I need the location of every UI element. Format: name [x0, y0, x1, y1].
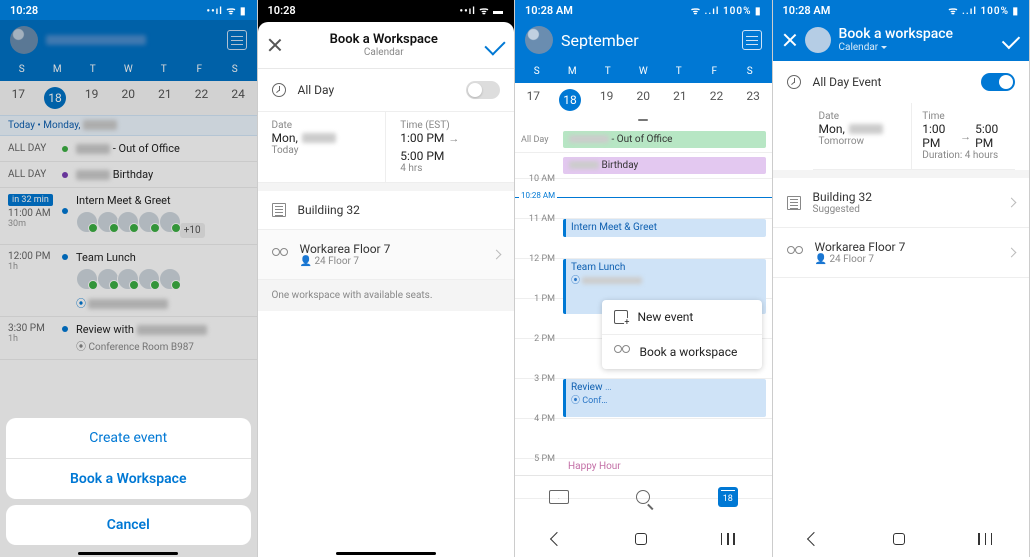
- building-sub: Suggested: [813, 204, 872, 215]
- search-tab-icon[interactable]: [636, 490, 650, 504]
- agenda-view-icon[interactable]: [742, 30, 762, 50]
- drag-handle[interactable]: [638, 119, 648, 121]
- status-icons: ᯤ ..ıl 100% ▮: [948, 3, 1019, 17]
- time-picker: Time 1:00 PM→5:00 PM Duration: 4 hours: [911, 103, 1015, 169]
- home-indicator: [336, 552, 436, 555]
- date-picker: Date Mon, Today: [258, 112, 386, 182]
- people-icon: [272, 249, 288, 261]
- allday-switch[interactable]: [981, 73, 1015, 91]
- workarea-sub: 24 Floor 7: [829, 254, 874, 265]
- action-sheet: Create event Book a Workspace Cancel: [6, 418, 251, 551]
- clock: 10:28 AM: [783, 4, 831, 17]
- people-icon: [614, 346, 630, 358]
- home-indicator: [78, 552, 178, 555]
- status-bar: 10:28 AM ᯤ ..ıl 100% ▮: [773, 0, 1030, 20]
- allday-label: All Day Event: [813, 75, 882, 89]
- allday-toggle-row[interactable]: All Day: [258, 69, 515, 112]
- action-book-workspace[interactable]: Book a Workspace: [6, 458, 251, 499]
- weekday-row: SMTWTFS: [515, 62, 772, 83]
- clock: 10:28: [268, 4, 296, 17]
- calendar-tab-icon[interactable]: 18: [718, 487, 738, 507]
- workarea-title: Workarea Floor 7: [815, 240, 906, 254]
- action-cancel[interactable]: Cancel: [6, 505, 251, 545]
- avatar[interactable]: [525, 26, 553, 54]
- close-icon[interactable]: [783, 33, 797, 47]
- nav-recents-icon[interactable]: [978, 533, 992, 545]
- workarea-title: Workarea Floor 7: [300, 242, 391, 256]
- building-icon: [272, 203, 286, 217]
- clock-icon: [272, 83, 286, 97]
- building-label: Buildiing 32: [298, 203, 360, 217]
- status-bar: 10:28 AM ᯤ ..ıl 100% ▮: [515, 0, 772, 20]
- event-review[interactable]: Review …⦿ Conf…: [563, 379, 766, 417]
- status-bar: 10:28 ••ıl ᯤ ▮: [0, 0, 257, 20]
- hint-text: One workspace with available seats.: [258, 280, 515, 311]
- screen-ios-book-workspace: 10:28 ••ıl ᯤ ▬ Book a Workspace Calendar…: [258, 0, 516, 557]
- allday-event-1[interactable]: - Out of Office: [563, 131, 766, 148]
- nav-back-icon[interactable]: [550, 532, 564, 546]
- nav-home-icon[interactable]: [635, 533, 647, 545]
- action-create-event[interactable]: Create event: [6, 418, 251, 458]
- screen-android-calendar: 10:28 AM ᯤ ..ıl 100% ▮ September SMTWTFS…: [515, 0, 773, 557]
- allday-label: All Day: [298, 83, 335, 97]
- close-icon[interactable]: [268, 38, 282, 52]
- status-icons: ••ıl ᯤ ▬: [460, 3, 504, 17]
- datetime-row[interactable]: Date Mon, Tomorrow Time 1:00 PM→5:00 PM …: [813, 103, 1016, 170]
- clock-icon: [787, 75, 801, 89]
- workarea-row[interactable]: Workarea Floor 7 👤 24 Floor 7: [773, 228, 1030, 278]
- calendar-picker[interactable]: Calendar: [839, 42, 954, 53]
- allday-row: All Day - Out of Office: [515, 127, 772, 153]
- chevron-right-icon: [1007, 198, 1017, 208]
- building-row[interactable]: Building 32 Suggested: [773, 178, 1030, 228]
- clock: 10:28 AM: [525, 4, 573, 17]
- event-intern[interactable]: Intern Meet & Greet: [563, 219, 766, 237]
- modal-title: Book a Workspace: [282, 32, 487, 47]
- clock: 10:28: [10, 4, 38, 17]
- screen-android-book-workspace: 10:28 AM ᯤ ..ıl 100% ▮ Book a workspace …: [773, 0, 1030, 557]
- android-nav-bar: [773, 521, 1030, 557]
- bottom-tab-bar: 18: [515, 475, 772, 517]
- people-icon: [787, 247, 803, 259]
- building-label: Building 32: [813, 190, 872, 204]
- fab-menu: New event Book a workspace: [602, 300, 762, 369]
- nav-back-icon[interactable]: [807, 532, 821, 546]
- datetime-row[interactable]: Date Mon, Today Time (EST) 1:00 PM→5:00 …: [258, 112, 515, 183]
- date-picker: Date Mon, Tomorrow: [813, 103, 912, 169]
- nav-recents-icon[interactable]: [721, 533, 735, 545]
- modal-titlebar: Book a Workspace Calendar: [258, 22, 515, 69]
- workarea-sub: 24 Floor 7: [314, 256, 359, 267]
- event-happy-hour[interactable]: Happy Hour: [563, 459, 766, 474]
- status-icons: ᯤ ..ıl 100% ▮: [691, 3, 762, 17]
- allday-toggle-row[interactable]: All Day Event: [773, 61, 1030, 103]
- time-picker: Time (EST) 1:00 PM→5:00 PM 4 hrs: [385, 112, 514, 182]
- date-row[interactable]: 17 18 1920212223: [515, 83, 772, 117]
- allday-event-2[interactable]: Birthday: [563, 157, 766, 174]
- chevron-right-icon: [1007, 248, 1017, 258]
- fab-book-workspace[interactable]: Book a workspace: [602, 334, 762, 369]
- page-title: Book a workspace: [839, 26, 954, 42]
- nav-home-icon[interactable]: [893, 533, 905, 545]
- confirm-check-icon[interactable]: [484, 34, 505, 55]
- workarea-row[interactable]: Workarea Floor 7 👤 24 Floor 7: [258, 230, 515, 280]
- screen-ios-calendar: 10:28 ••ıl ᯤ ▮ SMTWTFS 17 18 1920212224 …: [0, 0, 258, 557]
- date-selected: 18: [552, 89, 589, 111]
- android-nav-bar: [515, 521, 772, 557]
- building-icon: [787, 196, 801, 210]
- fab-new-event[interactable]: New event: [602, 300, 762, 334]
- mail-tab-icon[interactable]: [549, 490, 569, 504]
- allday-switch[interactable]: [466, 81, 500, 99]
- modal-subtitle: Calendar: [282, 47, 487, 58]
- avatar[interactable]: [805, 27, 831, 53]
- chevron-right-icon: [492, 250, 502, 260]
- building-row[interactable]: Buildiing 32: [258, 191, 515, 230]
- calendar-plus-icon: [614, 310, 628, 324]
- now-indicator: 10:28 AM: [515, 197, 772, 198]
- status-icons: ••ıl ᯤ ▮: [207, 3, 247, 17]
- confirm-check-icon[interactable]: [1002, 30, 1020, 48]
- status-bar: 10:28 ••ıl ᯤ ▬: [258, 0, 515, 20]
- month-title[interactable]: September: [561, 31, 639, 50]
